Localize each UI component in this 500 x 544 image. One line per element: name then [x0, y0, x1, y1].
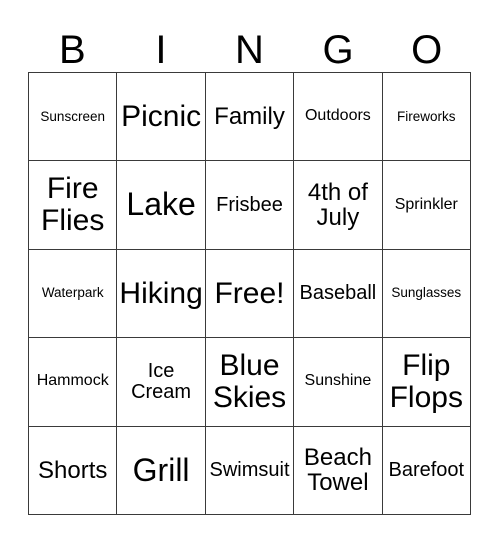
bingo-cell-family[interactable]: Family — [205, 73, 295, 162]
bingo-cell-label: Hiking — [119, 276, 203, 310]
bingo-header-letter-i: I — [155, 28, 167, 72]
bingo-cell-label: Lake — [126, 186, 196, 223]
bingo-cell-outdoors[interactable]: Outdoors — [294, 73, 383, 162]
bingo-cell-label: Fireworks — [397, 108, 456, 124]
bingo-cell-label: Sunscreen — [40, 108, 105, 124]
bingo-header-row: B I N G O — [28, 18, 471, 72]
bingo-grid: Sunscreen Picnic Family Outdoors Fireworks Fi… — [28, 72, 471, 515]
bingo-header-letter-b: B — [58, 28, 86, 72]
bingo-card: B I N G O Sunscreen Picnic Family Outdoors F… — [0, 0, 500, 544]
bingo-cell-label: Hammock — [36, 372, 109, 390]
bingo-cell-label: Shorts — [38, 456, 108, 484]
bingo-cell-baseball[interactable]: Baseball — [294, 249, 383, 339]
bingo-cell-label: Beach Towel — [303, 443, 372, 497]
bingo-cell-ice-cream[interactable]: Ice Cream — [117, 338, 206, 427]
bingo-cell-label: Frisbee — [216, 193, 283, 216]
bingo-cell-lake[interactable]: Lake — [117, 161, 206, 250]
bingo-cell-label: Grill — [132, 451, 190, 488]
bingo-cell-label: Waterpark — [41, 285, 104, 301]
bingo-cell-sunshine[interactable]: Sunshine — [294, 338, 383, 427]
bingo-cell-4th-of-july[interactable]: 4th of July — [294, 161, 383, 250]
bingo-cell-label: Swimsuit — [209, 458, 290, 481]
bingo-cell-label: Ice Cream — [131, 359, 192, 403]
bingo-header-letter-g: G — [322, 28, 354, 72]
bingo-cell-label: 4th of July — [307, 178, 368, 232]
bingo-cell-label: Fire Flies — [41, 172, 105, 238]
bingo-cell-flip-flops[interactable]: Flip Flops — [382, 338, 471, 427]
bingo-cell-label: Sunglasses — [391, 285, 462, 301]
bingo-cell-label: Outdoors — [304, 107, 371, 125]
bingo-cell-label: Family — [214, 103, 285, 131]
bingo-cell-free[interactable]: Free! — [205, 249, 295, 339]
bingo-cell-grill[interactable]: Grill — [117, 426, 206, 515]
bingo-cell-swimsuit[interactable]: Swimsuit — [205, 426, 295, 515]
bingo-cell-fire-flies[interactable]: Fire Flies — [29, 161, 118, 250]
bingo-cell-barefoot[interactable]: Barefoot — [382, 426, 471, 515]
bingo-cell-shorts[interactable]: Shorts — [29, 426, 118, 515]
bingo-header-letter-n: N — [235, 28, 264, 72]
bingo-cell-fireworks[interactable]: Fireworks — [382, 73, 471, 162]
bingo-cell-sprinkler[interactable]: Sprinkler — [382, 161, 471, 250]
bingo-cell-picnic[interactable]: Picnic — [117, 73, 206, 162]
bingo-cell-label: Flip Flops — [389, 349, 463, 414]
bingo-cell-waterpark[interactable]: Waterpark — [29, 249, 118, 339]
bingo-cell-frisbee[interactable]: Frisbee — [205, 161, 295, 250]
bingo-cell-hammock[interactable]: Hammock — [29, 338, 118, 427]
bingo-cell-label: Barefoot — [388, 458, 465, 481]
bingo-cell-sunscreen[interactable]: Sunscreen — [29, 73, 118, 162]
bingo-cell-label: Sprinkler — [394, 195, 458, 213]
bingo-cell-label: Free! — [214, 276, 285, 310]
bingo-cell-blue-skies[interactable]: Blue Skies — [205, 338, 295, 427]
bingo-cell-label: Blue Skies — [212, 349, 287, 414]
bingo-cell-label: Baseball — [299, 281, 377, 304]
bingo-cell-beach-towel[interactable]: Beach Towel — [294, 426, 383, 515]
bingo-cell-label: Sunshine — [304, 372, 372, 390]
bingo-cell-sunglasses[interactable]: Sunglasses — [382, 249, 471, 339]
bingo-header-letter-o: O — [411, 28, 443, 72]
bingo-cell-hiking[interactable]: Hiking — [117, 249, 206, 339]
bingo-cell-label: Picnic — [121, 99, 202, 133]
